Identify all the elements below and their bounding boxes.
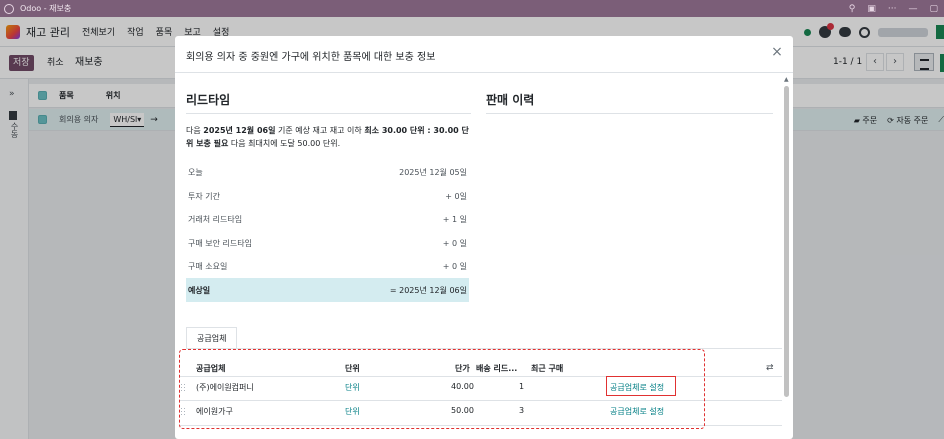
lead-row-today: 오늘 2025년 12월 05일 <box>186 160 469 184</box>
restore-icon[interactable]: ▢ <box>929 4 938 14</box>
modal-scrollbar[interactable]: ▲ <box>784 76 789 439</box>
lead-row-vendor: 거래처 리드타임 + 1 일 <box>186 207 469 231</box>
lead-time-heading: 리드타임 <box>186 93 231 107</box>
desc-pre: 다음 <box>186 126 204 135</box>
column-options-icon[interactable]: ⇄ <box>766 363 774 373</box>
scroll-up-icon[interactable]: ▲ <box>784 76 789 83</box>
vendor-table-annotation <box>179 349 705 429</box>
odoo-logo-icon <box>4 3 14 14</box>
sales-history-heading: 판매 이력 <box>486 93 535 107</box>
kv-value: + 1 일 <box>442 214 467 224</box>
kv-label: 오늘 <box>188 167 203 177</box>
lead-time-divider <box>186 113 471 114</box>
kv-value: = 2025년 12월 06일 <box>389 285 467 295</box>
lead-time-description: 다음 2025년 12월 06일 기준 예상 재고 재고 이하 최소 30.00… <box>186 124 471 150</box>
tab-vendors[interactable]: 공급업체 <box>186 327 238 349</box>
modal-title: 회의용 의자 중 중원엔 가구에 위치한 품목에 대한 보충 정보 <box>186 52 436 63</box>
window-title: Odoo - 재보충 <box>20 4 72 13</box>
window-controls: ⚲ ▣ ··· — ▢ <box>849 0 938 17</box>
kv-value: + 0일 <box>445 191 467 201</box>
location-icon[interactable]: ⚲ <box>849 4 856 14</box>
desc-date: 2025년 12월 06일 <box>203 126 276 135</box>
desc-mid: 기준 예상 재고 재고 이하 <box>275 126 365 135</box>
kv-value: + 0 일 <box>442 261 467 271</box>
kv-label: 구매 보안 리드타임 <box>188 238 252 248</box>
close-icon[interactable]: × <box>769 44 785 60</box>
extension-icon[interactable]: ▣ <box>867 4 876 14</box>
kv-value: 2025년 12월 05일 <box>399 167 467 177</box>
window-titlebar: Odoo - 재보충 ⚲ ▣ ··· — ▢ <box>0 0 944 17</box>
scroll-thumb[interactable] <box>784 86 789 397</box>
lead-row-purchase-days: 구매 소요일 + 0 일 <box>186 254 469 278</box>
sales-history-divider <box>486 113 773 114</box>
kv-label: 구매 소요일 <box>188 261 228 271</box>
replenishment-info-dialog: 회의용 의자 중 중원엔 가구에 위치한 품목에 대한 보충 정보 × ▲ 리드… <box>175 36 793 439</box>
kv-value: + 0 일 <box>442 238 467 248</box>
desc-post: 다음 최대치에 도달 50.00 단위. <box>228 139 341 148</box>
kv-label: 예상일 <box>188 285 211 295</box>
modal-header: 회의용 의자 중 중원엔 가구에 위치한 품목에 대한 보충 정보 × <box>175 36 793 73</box>
kv-label: 투자 기간 <box>188 191 220 201</box>
more-icon[interactable]: ··· <box>888 4 897 14</box>
lead-row-security: 구매 보안 리드타임 + 0 일 <box>186 231 469 255</box>
lead-row-horizon: 투자 기간 + 0일 <box>186 184 469 208</box>
lead-row-expected-date: 예상일 = 2025년 12월 06일 <box>186 278 469 302</box>
kv-label: 거래처 리드타임 <box>188 214 243 224</box>
minimize-icon[interactable]: — <box>908 4 917 14</box>
